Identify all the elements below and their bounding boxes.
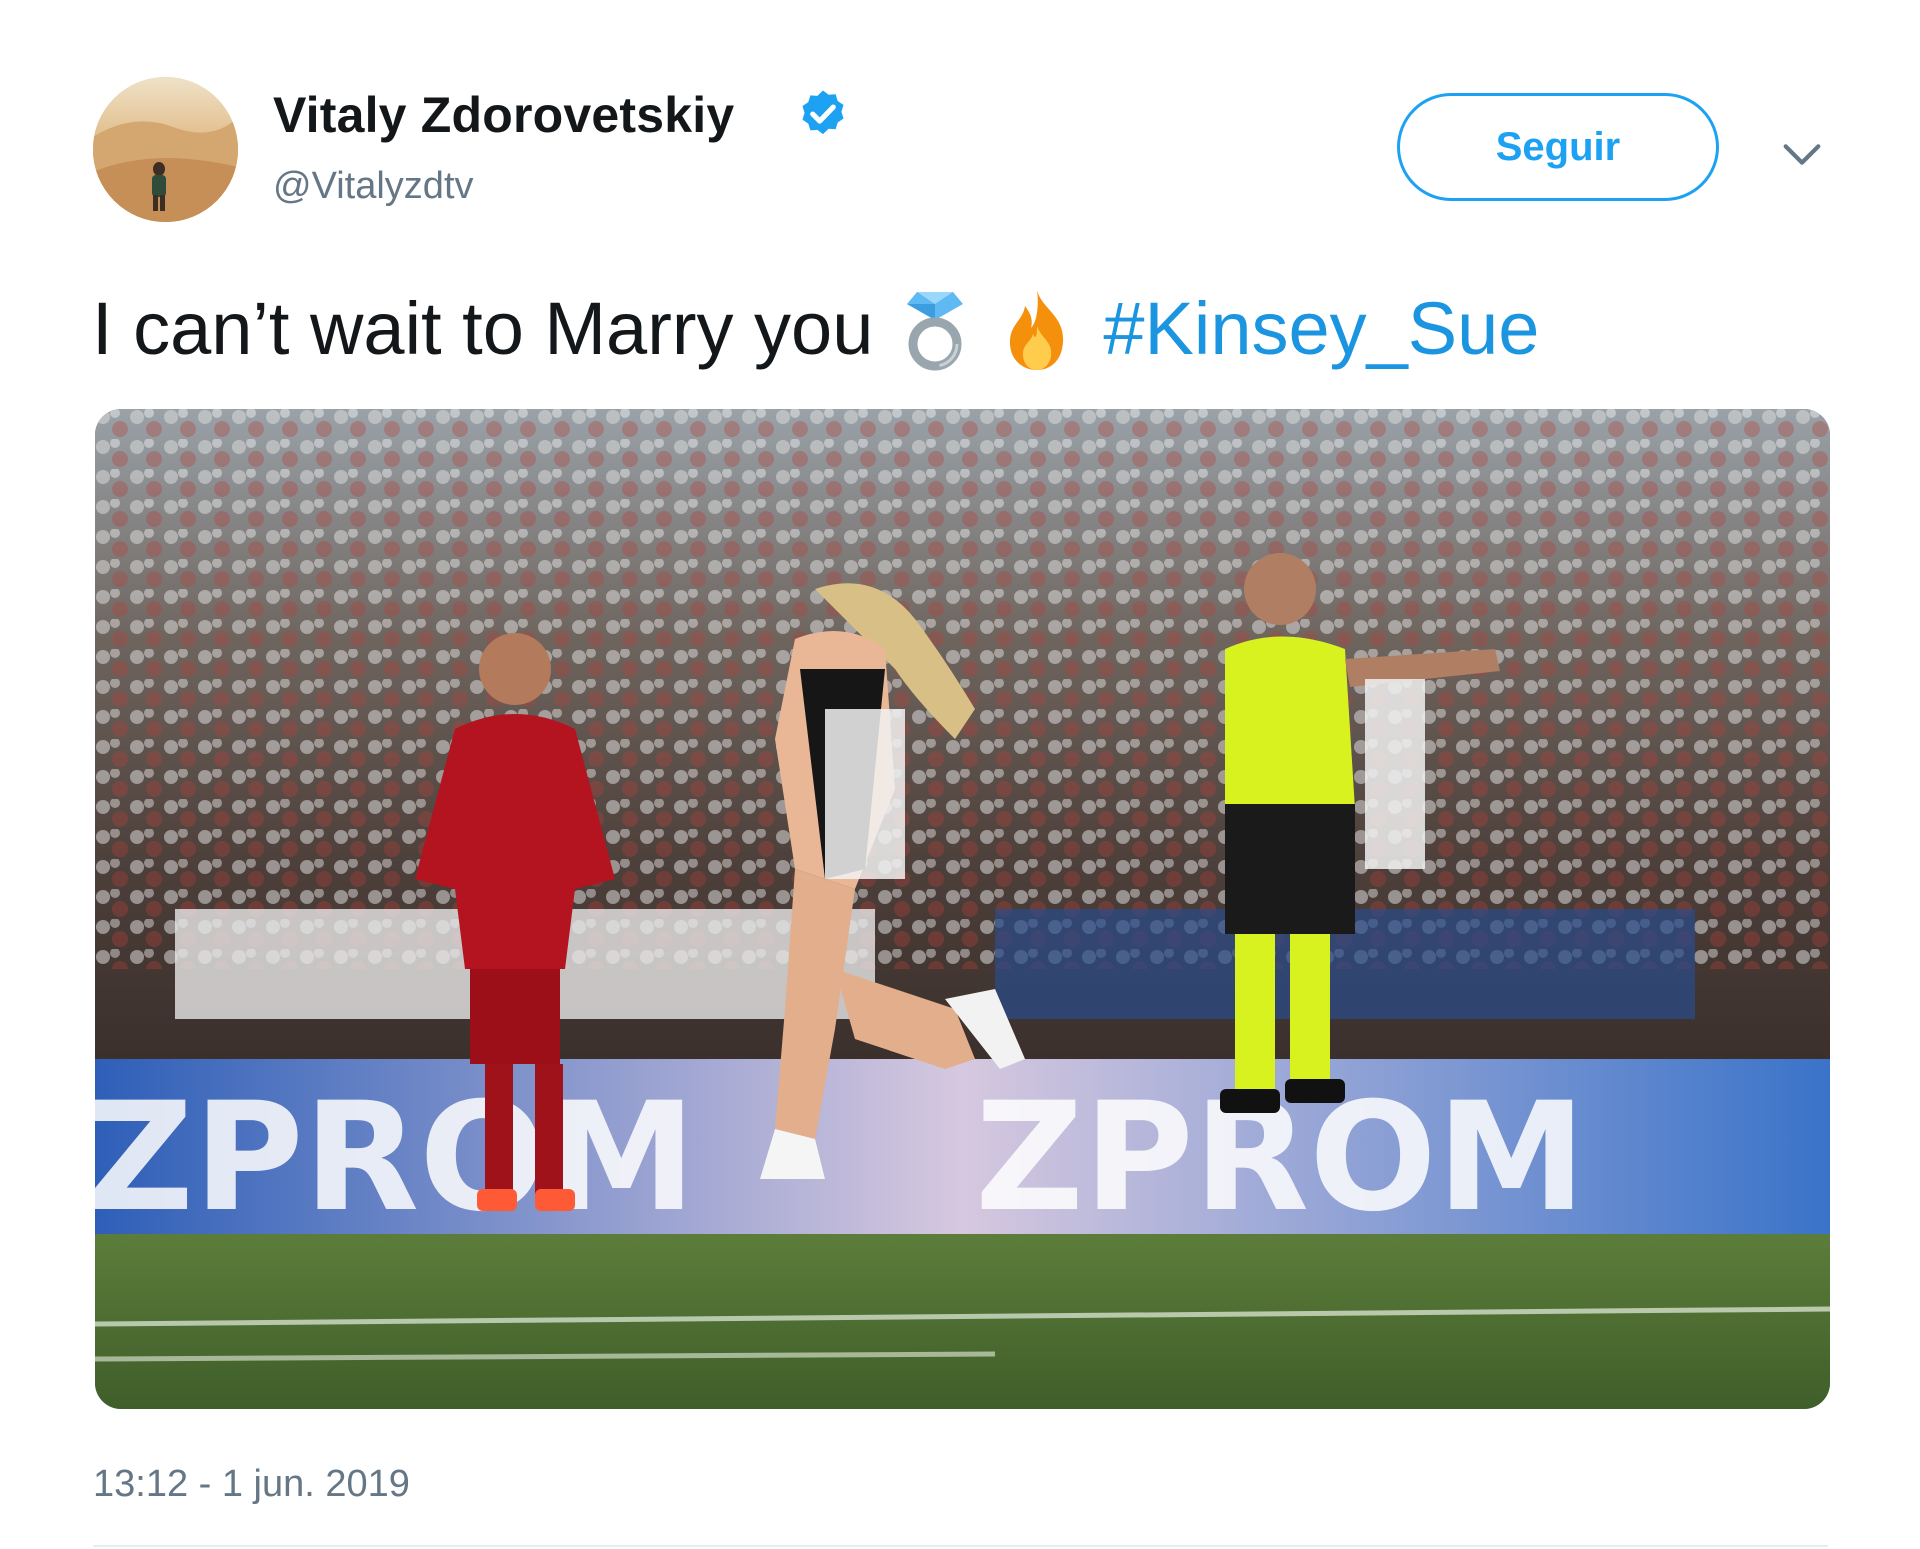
tweet-photo[interactable]: ZPROM ZPROM (95, 409, 1830, 1409)
tweet-text: I can’t wait to Marry you #Kinsey_Sue (92, 284, 1539, 374)
divider (93, 1545, 1828, 1547)
board-text-right: ZPROM (975, 1071, 1586, 1245)
avatar-image (93, 77, 238, 222)
user-handle[interactable]: @Vitalyzdtv (273, 165, 474, 208)
verified-badge-icon (802, 90, 844, 135)
tweet-card: Vitaly Zdorovetskiy @Vitalyzdtv Seguir I… (0, 0, 1920, 1549)
hashtag-link[interactable]: #Kinsey_Sue (1103, 284, 1539, 374)
fire-emoji-icon (997, 286, 1077, 372)
display-name[interactable]: Vitaly Zdorovetskiy (273, 86, 734, 144)
user-avatar[interactable] (93, 77, 238, 222)
tweet-timestamp[interactable]: 13:12 - 1 jun. 2019 (93, 1463, 410, 1506)
follow-button[interactable]: Seguir (1397, 93, 1719, 201)
board-text-left: ZPROM (95, 1071, 696, 1245)
chevron-down-icon[interactable] (1779, 131, 1825, 177)
ring-emoji-icon (895, 286, 975, 372)
tweet-body: I can’t wait to Marry you (92, 287, 874, 370)
